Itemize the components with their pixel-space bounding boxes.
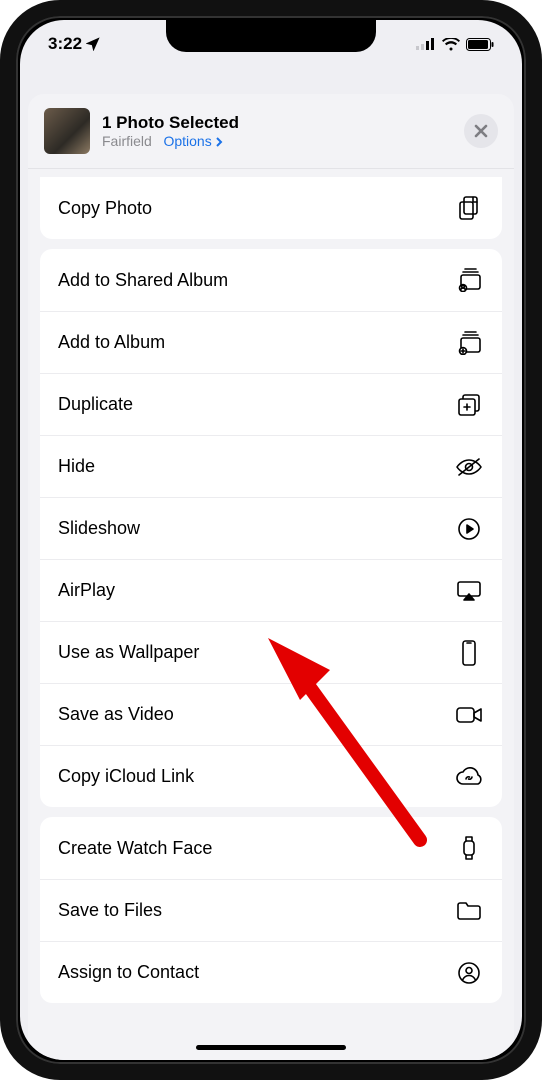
slideshow-row[interactable]: Slideshow: [40, 497, 502, 559]
row-label: Hide: [58, 456, 95, 477]
row-label: Save as Video: [58, 704, 174, 725]
row-label: Copy Photo: [58, 198, 152, 219]
shared-album-icon: [454, 268, 484, 292]
share-sheet: 1 Photo Selected Fairfield Options Copy …: [28, 94, 514, 1060]
row-label: Add to Shared Album: [58, 270, 228, 291]
selection-subtitle: Fairfield Options: [102, 133, 452, 151]
notch: [166, 20, 376, 52]
person-circle-icon: [454, 961, 484, 985]
location-arrow-icon: [86, 37, 100, 51]
copy-icloud-row[interactable]: Copy iCloud Link: [40, 745, 502, 807]
options-link[interactable]: Options: [163, 133, 222, 149]
row-label: AirPlay: [58, 580, 115, 601]
save-files-row[interactable]: Save to Files: [40, 879, 502, 941]
plus-square-on-square-icon: [454, 392, 484, 418]
add-album-row[interactable]: Add to Album: [40, 311, 502, 373]
action-group: Copy Photo: [40, 177, 502, 239]
doc-on-doc-icon: [454, 195, 484, 221]
add-album-icon: [454, 331, 484, 355]
row-label: Duplicate: [58, 394, 133, 415]
iphone-icon: [454, 640, 484, 666]
hide-row[interactable]: Hide: [40, 435, 502, 497]
eye-slash-icon: [454, 457, 484, 477]
row-label: Slideshow: [58, 518, 140, 539]
photo-thumbnail[interactable]: [44, 108, 90, 154]
folder-icon: [454, 901, 484, 921]
watch-icon: [454, 835, 484, 861]
use-wallpaper-row[interactable]: Use as Wallpaper: [40, 621, 502, 683]
status-time: 3:22: [48, 34, 82, 54]
selection-title: 1 Photo Selected: [102, 112, 452, 133]
action-group: Add to Shared Album Add to Album Duplicate…: [40, 249, 502, 807]
save-video-row[interactable]: Save as Video: [40, 683, 502, 745]
add-shared-album-row[interactable]: Add to Shared Album: [40, 249, 502, 311]
duplicate-row[interactable]: Duplicate: [40, 373, 502, 435]
device-frame: 3:22 1 Photo Selected Fairfield Options: [0, 0, 542, 1080]
screen: 3:22 1 Photo Selected Fairfield Options: [20, 20, 522, 1060]
close-icon: [474, 124, 488, 138]
sheet-header: 1 Photo Selected Fairfield Options: [28, 94, 514, 169]
copy-photo-row[interactable]: Copy Photo: [40, 177, 502, 239]
video-icon: [454, 706, 484, 724]
row-label: Use as Wallpaper: [58, 642, 199, 663]
row-label: Save to Files: [58, 900, 162, 921]
battery-icon: [466, 38, 494, 51]
cellular-icon: [416, 38, 436, 50]
action-group: Create Watch Face Save to Files Assign to …: [40, 817, 502, 1003]
airplay-row[interactable]: AirPlay: [40, 559, 502, 621]
link-cloud-icon: [454, 767, 484, 787]
assign-contact-row[interactable]: Assign to Contact: [40, 941, 502, 1003]
play-circle-icon: [454, 517, 484, 541]
wifi-icon: [442, 38, 460, 51]
row-label: Create Watch Face: [58, 838, 212, 859]
airplay-icon: [454, 580, 484, 602]
create-watch-face-row[interactable]: Create Watch Face: [40, 817, 502, 879]
home-indicator[interactable]: [196, 1045, 346, 1050]
row-label: Assign to Contact: [58, 962, 199, 983]
row-label: Add to Album: [58, 332, 165, 353]
row-label: Copy iCloud Link: [58, 766, 194, 787]
actions-list: Copy Photo Add to Shared Album Add to Albu…: [28, 177, 514, 1043]
close-button[interactable]: [464, 114, 498, 148]
location-label: Fairfield: [102, 133, 152, 149]
